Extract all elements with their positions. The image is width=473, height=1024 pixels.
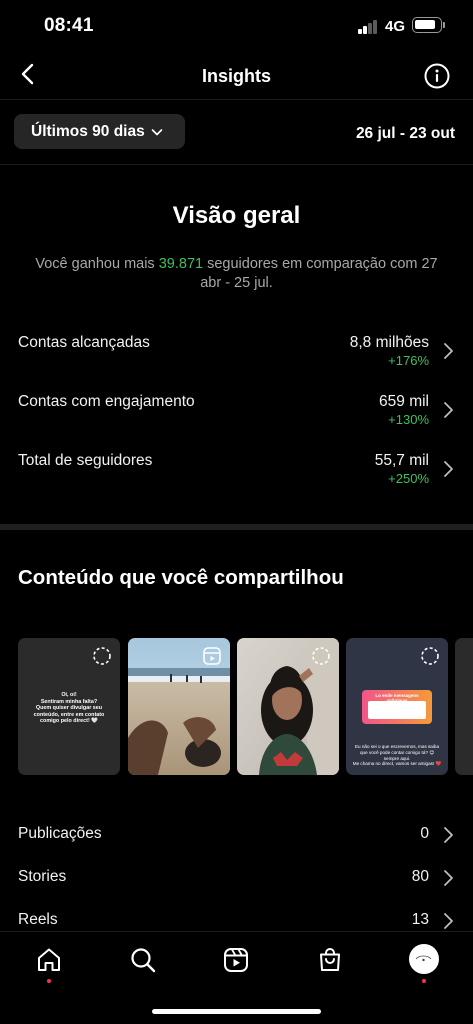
summary-prefix: Você ganhou mais bbox=[35, 256, 159, 272]
metric-change: +250% bbox=[388, 471, 429, 486]
chevron-right-icon bbox=[444, 827, 453, 843]
metric-row-accounts-reached[interactable]: Contas alcançadas 8,8 milhões +176% bbox=[0, 334, 473, 384]
date-range-text: 26 jul - 23 out bbox=[355, 125, 455, 142]
metric-label: Total de seguidores bbox=[18, 452, 153, 469]
content-section-title: Conteúdo que você compartilhou bbox=[18, 566, 344, 589]
list-row-stories[interactable]: Stories 80 bbox=[0, 868, 473, 898]
list-label: Reels bbox=[18, 911, 58, 928]
metric-change: +176% bbox=[388, 353, 429, 368]
filter-row: Últimos 90 dias 26 jul - 23 out bbox=[0, 101, 473, 165]
reels-badge-icon bbox=[203, 647, 221, 665]
profile-avatar[interactable] bbox=[409, 944, 439, 974]
search-icon[interactable] bbox=[129, 946, 157, 974]
story-ring-icon bbox=[93, 647, 111, 665]
story-text: Oi, oi! Sentiram minha falta? Quem quise… bbox=[33, 692, 105, 725]
metric-row-accounts-engaged[interactable]: Contas com engajamento 659 mil +130% bbox=[0, 393, 473, 443]
metric-label: Contas com engajamento bbox=[18, 393, 195, 410]
chevron-down-icon bbox=[151, 128, 163, 135]
anonymous-message-card: Lo ende mensagens anônimas bbox=[362, 690, 432, 724]
profile-notification-dot bbox=[422, 979, 426, 983]
battery-icon bbox=[412, 17, 442, 33]
summary-highlight: 39.871 bbox=[158, 256, 204, 272]
date-range-dropdown[interactable]: Últimos 90 dias bbox=[14, 114, 185, 149]
section-divider bbox=[0, 524, 473, 530]
story-thumbnail-partial[interactable] bbox=[455, 638, 473, 775]
chevron-right-icon bbox=[444, 343, 453, 359]
status-time: 08:41 bbox=[44, 15, 94, 36]
metric-value: 8,8 milhões bbox=[349, 334, 429, 351]
story-thumbnail[interactable]: Oi, oi! Sentiram minha falta? Quem quise… bbox=[18, 638, 120, 775]
battery-tip bbox=[443, 22, 445, 28]
story-text: Eu não sei o que escrevemos, mas saiba q… bbox=[352, 744, 442, 767]
story-ring-icon bbox=[421, 647, 439, 665]
signal-icon bbox=[358, 20, 378, 34]
reel-thumbnail[interactable] bbox=[128, 638, 230, 775]
nav-bar: Insights bbox=[0, 52, 473, 100]
list-value: 0 bbox=[420, 825, 429, 842]
metric-value: 55,7 mil bbox=[374, 452, 429, 469]
story-ring-icon bbox=[312, 647, 330, 665]
metric-value: 659 mil bbox=[379, 393, 429, 410]
avatar-image bbox=[410, 945, 437, 972]
page-title: Insights bbox=[201, 66, 271, 86]
overview-title: Visão geral bbox=[172, 202, 301, 229]
metric-change: +130% bbox=[388, 412, 429, 427]
list-label: Publicações bbox=[18, 825, 102, 842]
list-value: 80 bbox=[411, 868, 429, 885]
metric-row-total-followers[interactable]: Total de seguidores 55,7 mil +250% bbox=[0, 452, 473, 502]
chevron-right-icon bbox=[444, 461, 453, 477]
list-value: 13 bbox=[411, 911, 429, 928]
reels-icon[interactable] bbox=[222, 946, 250, 974]
metric-label: Contas alcançadas bbox=[18, 334, 150, 351]
story-thumbnail[interactable] bbox=[237, 638, 339, 775]
status-bar: 08:41 4G bbox=[0, 0, 473, 52]
list-label: Stories bbox=[18, 868, 67, 885]
chevron-right-icon bbox=[444, 870, 453, 886]
date-range-dropdown-label: Últimos 90 dias bbox=[31, 122, 145, 140]
info-icon[interactable] bbox=[424, 63, 450, 89]
summary-suffix: seguidores em comparação com 27 abr - 25… bbox=[200, 256, 438, 291]
list-row-posts[interactable]: Publicações 0 bbox=[0, 825, 473, 855]
overview-summary: Você ganhou mais 39.871 seguidores em co… bbox=[30, 255, 443, 293]
home-notification-dot bbox=[47, 979, 51, 983]
home-indicator bbox=[152, 1009, 321, 1014]
story-thumbnail[interactable]: Lo ende mensagens anônimas Eu não sei o … bbox=[346, 638, 448, 775]
network-label: 4G bbox=[385, 18, 406, 35]
chevron-right-icon bbox=[444, 913, 453, 929]
shop-icon[interactable] bbox=[316, 946, 344, 974]
home-icon[interactable] bbox=[35, 946, 63, 974]
card-message-box bbox=[368, 701, 426, 719]
chevron-right-icon bbox=[444, 402, 453, 418]
